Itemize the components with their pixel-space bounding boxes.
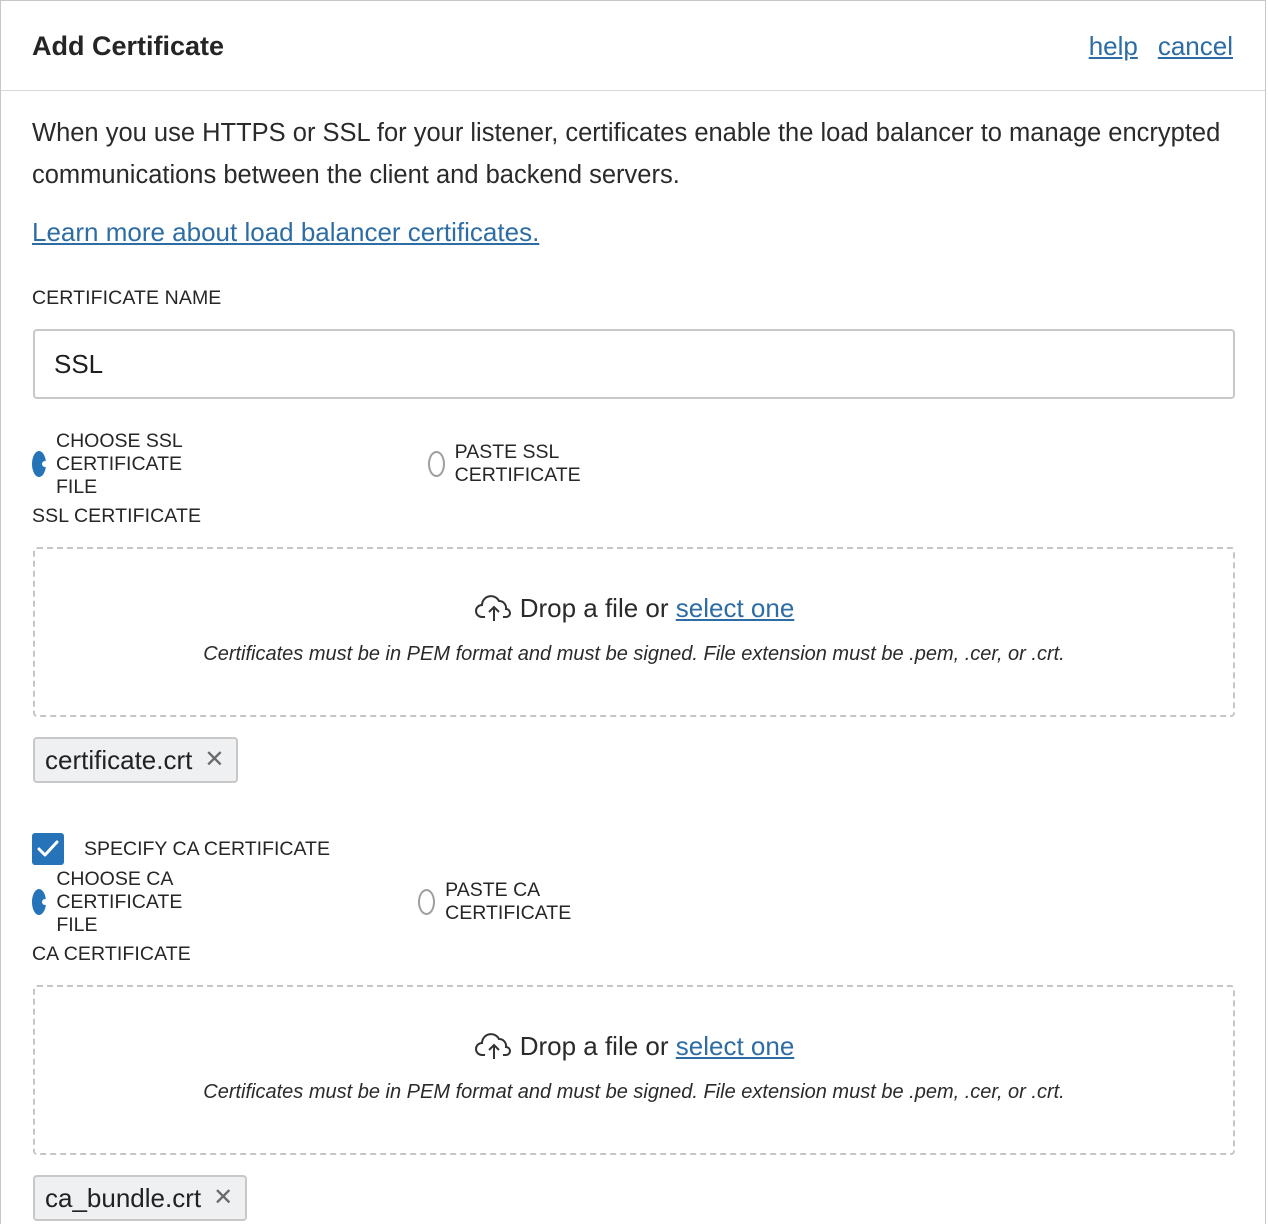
dropzone-hint: Certificates must be in PEM format and m… xyxy=(203,643,1065,665)
specify-ca-label: SPECIFY CA CERTIFICATE xyxy=(84,837,330,860)
select-file-link[interactable]: select one xyxy=(676,1031,795,1061)
radio-label: PASTE SSL CERTIFICATE xyxy=(454,441,581,486)
specify-ca-row: SPECIFY CA CERTIFICATE xyxy=(32,833,330,865)
radio-selected-indicator xyxy=(32,889,49,915)
ca-certificate-label: CA CERTIFICATE xyxy=(32,943,191,965)
radio-label: CHOOSE CA CERTIFICATE FILE xyxy=(56,867,183,936)
file-name: ca_bundle.crt xyxy=(45,1182,202,1213)
ssl-file-chip: certificate.crt ✕ xyxy=(33,737,239,783)
intro-text: When you use HTTPS or SSL for your liste… xyxy=(32,119,1221,189)
specify-ca-checkbox[interactable] xyxy=(32,833,64,865)
close-icon[interactable]: ✕ xyxy=(204,748,224,772)
dropzone-text: Drop a file or xyxy=(519,593,669,623)
ca-file-chip: ca_bundle.crt ✕ xyxy=(33,1175,248,1221)
ssl-certificate-dropzone[interactable]: Drop a file or select one Certificates m… xyxy=(33,547,1235,717)
dialog-title: Add Certificate xyxy=(32,31,225,61)
header-links: help cancel xyxy=(1069,31,1233,62)
dropzone-prompt: Drop a file or select one xyxy=(35,593,1233,630)
dialog-header: Add Certificate help cancel xyxy=(1,1,1265,91)
radio-selected-indicator xyxy=(32,451,48,477)
radio-paste-ssl[interactable]: PASTE SSL CERTIFICATE xyxy=(428,441,590,486)
radio-label: PASTE CA CERTIFICATE xyxy=(445,879,572,924)
dropzone-prompt: Drop a file or select one xyxy=(35,1031,1233,1068)
help-link[interactable]: help xyxy=(1089,31,1138,61)
radio-choose-ssl-file[interactable]: CHOOSE SSL CERTIFICATE FILE xyxy=(32,430,194,498)
ca-certificate-dropzone[interactable]: Drop a file or select one Certificates m… xyxy=(33,985,1235,1155)
radio-label: CHOOSE SSL CERTIFICATE FILE xyxy=(55,429,183,498)
cancel-link[interactable]: cancel xyxy=(1158,31,1233,61)
certificate-name-label: CERTIFICATE NAME xyxy=(32,287,222,309)
radio-unselected-indicator xyxy=(418,889,436,915)
add-certificate-dialog: Add Certificate help cancel When you use … xyxy=(0,0,1266,1224)
radio-paste-ca[interactable]: PASTE CA CERTIFICATE xyxy=(418,879,580,924)
select-file-link[interactable]: select one xyxy=(676,593,795,623)
file-name: certificate.crt xyxy=(45,744,193,775)
radio-unselected-indicator xyxy=(428,451,445,477)
learn-more-link[interactable]: Learn more about load balancer certifica… xyxy=(32,217,539,248)
dropzone-text: Drop a file or xyxy=(519,1031,669,1061)
certificate-name-input[interactable]: SSL xyxy=(33,329,1235,399)
cloud-upload-icon xyxy=(474,1031,514,1068)
ssl-certificate-label: SSL CERTIFICATE xyxy=(32,505,202,527)
radio-choose-ca-file[interactable]: CHOOSE CA CERTIFICATE FILE xyxy=(32,868,194,936)
cloud-upload-icon xyxy=(474,593,514,630)
dropzone-hint: Certificates must be in PEM format and m… xyxy=(203,1081,1065,1103)
checkmark-icon xyxy=(37,840,59,857)
close-icon[interactable]: ✕ xyxy=(213,1186,233,1210)
